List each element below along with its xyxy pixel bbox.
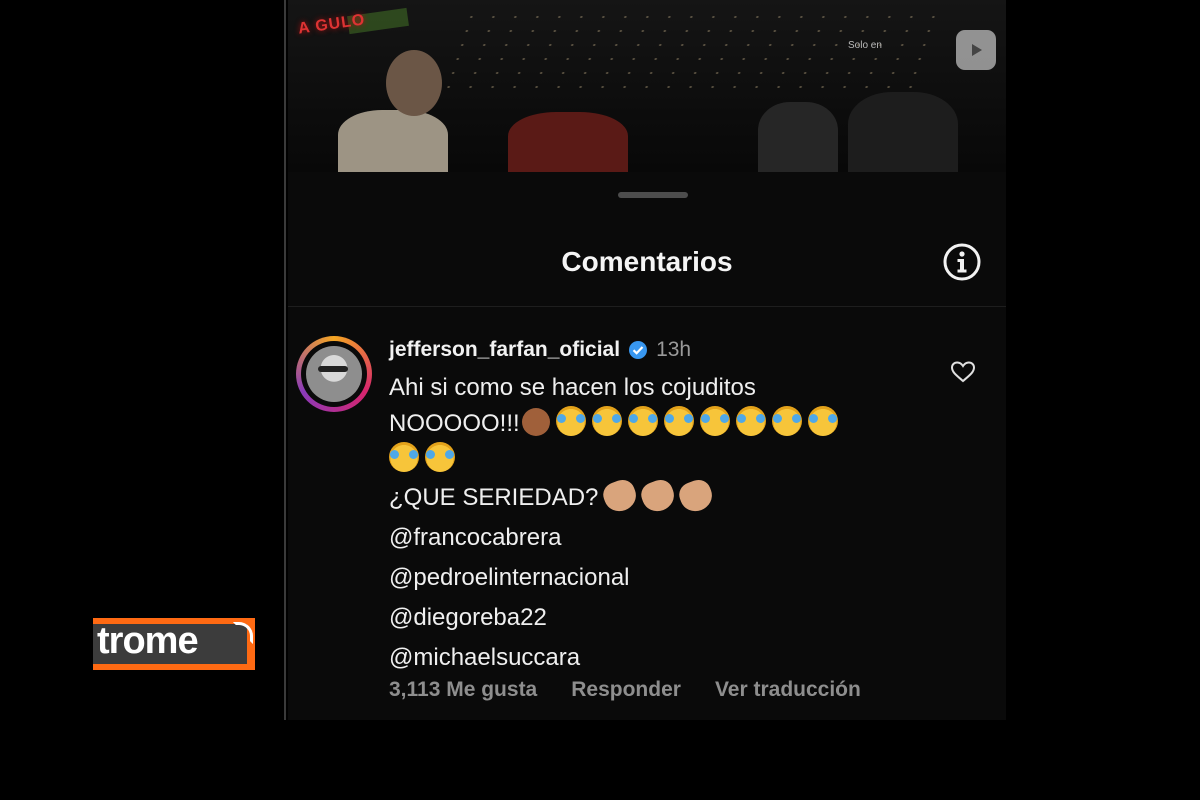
tears-of-joy-emoji <box>389 442 419 472</box>
comment-line: ¿QUE SERIEDAD? <box>389 476 949 516</box>
header-separator <box>288 306 1006 307</box>
glasses-detail <box>318 366 348 372</box>
comment-actions: 3,113 Me gusta Responder Ver traducción <box>389 678 861 702</box>
tears-of-joy-emoji <box>663 406 694 436</box>
tears-of-joy-emoji <box>807 406 838 436</box>
avatar[interactable] <box>296 336 372 412</box>
verified-badge-icon <box>629 341 648 359</box>
comment-time: 13h <box>656 338 692 361</box>
person-figure <box>338 110 448 172</box>
sheet-title: Comentarios <box>561 246 733 277</box>
tears-of-joy-emoji <box>699 406 730 436</box>
clapping-hands-emoji <box>600 476 641 516</box>
person-head <box>386 50 442 116</box>
mention-link[interactable]: @pedroelinternacional <box>389 560 949 596</box>
clapping-hands-emoji <box>638 476 679 516</box>
person-figure <box>758 102 838 172</box>
tears-of-joy-emoji <box>771 406 802 436</box>
comment-line: Ahi si como se hacen los cojuditos <box>389 374 756 401</box>
profile-photo <box>306 346 362 402</box>
tears-of-joy-emoji <box>627 406 658 436</box>
person-figure <box>508 112 628 172</box>
tears-of-joy-emoji <box>591 406 622 436</box>
divider-line <box>284 0 286 720</box>
mention-link[interactable]: @diegoreba22 <box>389 600 949 636</box>
tears-of-joy-emoji <box>735 406 766 436</box>
comments-sheet: Comentarios jefferson_farfan_oficial 13h… <box>288 172 1006 720</box>
mention-link[interactable]: @michaelsuccara <box>389 640 949 676</box>
see-translation-button[interactable]: Ver traducción <box>715 678 861 702</box>
drag-handle[interactable] <box>618 192 688 198</box>
see-no-evil-monkey-emoji <box>521 408 550 436</box>
comment: jefferson_farfan_oficial 13h Ahi si como… <box>389 338 949 676</box>
reels-icon[interactable] <box>956 30 996 70</box>
neon-sign: A GULO <box>297 11 367 38</box>
clapping-hands-emoji <box>676 476 717 516</box>
comment-text: ¿QUE SERIEDAD? <box>389 484 599 511</box>
tears-of-joy-emoji <box>425 442 455 472</box>
likes-count[interactable]: 3,113 Me gusta <box>389 678 537 702</box>
comment-text: NOOOOO!!! <box>389 410 520 437</box>
ceiling-lights <box>433 10 943 100</box>
heart-icon[interactable] <box>950 360 976 384</box>
tears-of-joy-emoji <box>555 406 586 436</box>
trome-logo: trome <box>93 618 255 670</box>
reply-button[interactable]: Responder <box>571 678 681 702</box>
person-figure <box>848 92 958 172</box>
signal-wave-icon <box>233 622 253 644</box>
info-icon[interactable] <box>942 242 982 282</box>
logo-wordmark: trome <box>97 620 199 662</box>
comment-line <box>389 442 949 478</box>
comment-header: jefferson_farfan_oficial 13h <box>389 338 949 362</box>
comment-line: NOOOOO!!! <box>389 406 949 442</box>
mention-link[interactable]: @francocabrera <box>389 520 949 556</box>
comment-username[interactable]: jefferson_farfan_oficial <box>389 338 620 362</box>
reel-video-preview[interactable]: A GULO Solo en <box>288 0 1006 172</box>
broadcaster-label: Solo en <box>848 40 882 51</box>
comment-body: Ahi si como se hacen los cojuditos NOOOO… <box>389 370 949 676</box>
